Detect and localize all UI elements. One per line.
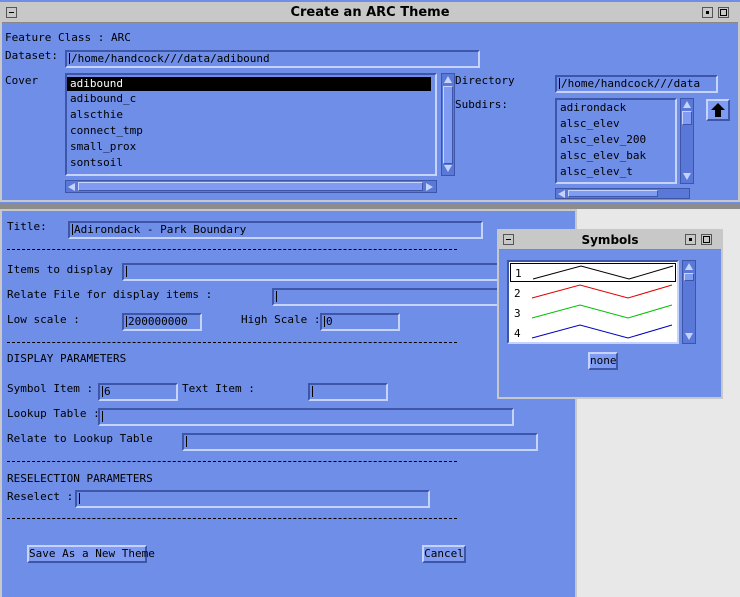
maximize-icon[interactable] — [718, 7, 729, 18]
cover-vertical-scrollbar[interactable] — [441, 73, 455, 176]
up-directory-button[interactable] — [706, 99, 730, 121]
separator-line — [7, 249, 457, 250]
reselect-input[interactable] — [75, 490, 430, 508]
maximize-icon[interactable] — [701, 234, 712, 245]
separator-line — [7, 461, 457, 462]
subdirs-vertical-scrollbar[interactable] — [680, 98, 694, 184]
symbol-number: 4 — [514, 327, 521, 340]
up-arrow-icon — [711, 103, 725, 117]
list-item[interactable]: adirondack — [557, 100, 675, 116]
symbol-line-icon — [531, 284, 673, 299]
low-scale-label: Low scale : — [7, 313, 80, 326]
scroll-down-icon[interactable] — [444, 165, 452, 172]
scroll-down-icon[interactable] — [685, 333, 693, 340]
cover-label: Cover — [5, 74, 39, 87]
directory-label: Directory — [455, 74, 515, 87]
scrollbar-thumb[interactable] — [682, 111, 692, 125]
symbol-number: 3 — [514, 307, 521, 320]
symbol-row-4[interactable]: 4 — [510, 323, 676, 342]
window-menu-icon[interactable] — [6, 7, 17, 18]
lookup-table-input[interactable] — [98, 408, 514, 426]
scroll-down-icon[interactable] — [683, 173, 691, 180]
none-button[interactable]: none — [588, 352, 618, 370]
scrollbar-thumb[interactable] — [568, 190, 658, 197]
subdirs-horizontal-scrollbar[interactable] — [555, 188, 690, 199]
items-to-display-input[interactable] — [122, 263, 500, 281]
dataset-label: Dataset: — [5, 49, 58, 62]
reselect-label: Reselect : — [7, 490, 74, 503]
list-item[interactable]: alsc_elev_t — [557, 164, 675, 180]
display-parameters-heading: DISPLAY PARAMETERS — [7, 352, 127, 365]
cancel-button[interactable]: Cancel — [422, 545, 466, 563]
window-title: Create an ARC Theme — [290, 5, 450, 20]
symbol-item-input[interactable]: 6 — [98, 383, 178, 401]
relate-lookup-input[interactable] — [182, 433, 538, 451]
list-item[interactable]: alsc_elev_200 — [557, 132, 675, 148]
save-as-new-theme-button[interactable]: Save As a New Theme — [27, 545, 155, 563]
reselection-parameters-heading: RESELECTION PARAMETERS — [7, 472, 153, 485]
window-menu-icon[interactable] — [503, 234, 514, 245]
relate-lookup-label: Relate to Lookup Table — [7, 432, 153, 445]
text-item-input[interactable] — [308, 383, 388, 401]
high-scale-label: High Scale : — [241, 313, 321, 326]
symbol-line-icon — [532, 265, 674, 280]
separator-line — [7, 342, 457, 343]
feature-class-label: Feature Class : ARC — [5, 31, 131, 44]
list-item[interactable]: alscthie — [67, 107, 435, 123]
symbol-list[interactable]: 1 2 3 4 — [507, 260, 679, 344]
list-item[interactable]: connect_tmp — [67, 123, 435, 139]
relate-file-input[interactable] — [272, 288, 500, 306]
list-item[interactable]: adibound — [67, 77, 431, 91]
scrollbar-thumb[interactable] — [78, 182, 423, 191]
window-titlebar[interactable]: Create an ARC Theme — [2, 4, 738, 23]
list-item[interactable]: adibound_c — [67, 91, 435, 107]
symbols-vertical-scrollbar[interactable] — [682, 260, 696, 344]
low-scale-input[interactable]: 200000000 — [122, 313, 202, 331]
list-item[interactable]: sontsoil — [67, 155, 435, 171]
minimize-icon[interactable] — [702, 7, 713, 18]
lookup-table-label: Lookup Table : — [7, 407, 100, 420]
list-item[interactable]: small_prox — [67, 139, 435, 155]
symbol-row-1[interactable]: 1 — [510, 263, 676, 282]
relate-file-label: Relate File for display items : — [7, 288, 213, 301]
title-label: Title: — [7, 220, 47, 233]
symbol-number: 2 — [514, 287, 521, 300]
scrollbar-thumb[interactable] — [684, 273, 694, 281]
cover-list[interactable]: adibound adibound_c alscthie connect_tmp… — [65, 73, 437, 176]
minimize-icon[interactable] — [685, 234, 696, 245]
list-item[interactable]: alsc_elev — [557, 116, 675, 132]
scroll-up-icon[interactable] — [444, 76, 452, 83]
items-to-display-label: Items to display : — [7, 263, 127, 276]
list-item[interactable]: alsc_elev_bak — [557, 148, 675, 164]
symbol-number: 1 — [515, 267, 522, 280]
text-item-label: Text Item : — [182, 382, 255, 395]
scroll-up-icon[interactable] — [683, 101, 691, 108]
subdirs-list[interactable]: adirondack alsc_elev alsc_elev_200 alsc_… — [555, 98, 677, 184]
scroll-left-icon[interactable] — [558, 190, 565, 198]
symbol-item-label: Symbol Item : — [7, 382, 94, 395]
directory-input[interactable]: /home/handcock///data — [555, 75, 718, 93]
scroll-up-icon[interactable] — [685, 263, 693, 270]
symbol-line-icon — [531, 324, 673, 339]
dataset-input[interactable]: /home/handcock///data/adibound — [65, 50, 480, 68]
scrollbar-thumb[interactable] — [443, 86, 453, 164]
symbol-row-2[interactable]: 2 — [510, 283, 676, 302]
separator-line — [7, 518, 457, 519]
symbol-row-3[interactable]: 3 — [510, 303, 676, 322]
scroll-right-icon[interactable] — [426, 183, 433, 191]
symbol-line-icon — [531, 304, 673, 319]
cover-horizontal-scrollbar[interactable] — [65, 180, 437, 193]
high-scale-input[interactable]: 0 — [320, 313, 400, 331]
subdirs-label: Subdirs: — [455, 98, 508, 111]
scroll-left-icon[interactable] — [68, 183, 75, 191]
symbols-window-title: Symbols — [581, 233, 639, 247]
title-input[interactable]: Adirondack - Park Boundary — [68, 221, 483, 239]
